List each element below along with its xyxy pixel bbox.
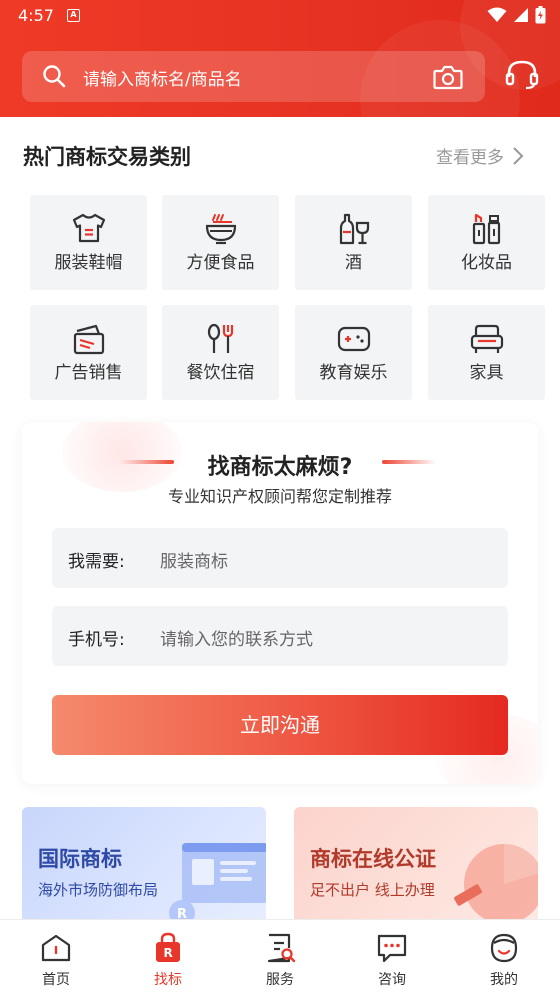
category-wine[interactable]: 酒 <box>295 195 412 290</box>
category-education[interactable]: 教育娱乐 <box>295 305 412 400</box>
svg-text:R: R <box>164 946 173 960</box>
form-title: 找商标太麻烦? <box>207 455 353 480</box>
category-advertising[interactable]: 广告销售 <box>30 305 147 400</box>
gamepad-icon <box>337 326 370 352</box>
view-more-label: 查看更多 <box>436 148 504 168</box>
battery-icon <box>535 6 546 24</box>
search-box[interactable]: 请输入商标名/商品名 <box>22 51 485 102</box>
search-input[interactable]: 请输入商标名/商品名 <box>83 65 242 90</box>
need-label: 我需要: <box>68 552 125 572</box>
chevron-right-icon <box>513 146 524 165</box>
title-decoration <box>382 460 436 464</box>
view-more-link[interactable]: 查看更多 <box>436 143 524 168</box>
promo-online-notarization[interactable]: 商标在线公证 足不出户 线上办理 <box>294 807 538 927</box>
wifi-icon <box>487 7 507 22</box>
category-label: 酒 <box>345 253 362 273</box>
cosmetics-icon <box>472 213 500 245</box>
category-label: 教育娱乐 <box>319 363 388 383</box>
nav-item-profile[interactable]: 我的 <box>448 920 560 995</box>
phone-input[interactable]: 请输入您的联系方式 <box>160 625 313 650</box>
promo-international-trademark[interactable]: R 国际商标 海外市场防御布局 <box>22 807 266 927</box>
nav-item-find-trademark[interactable]: R 找标 <box>112 920 224 995</box>
noodle-bowl-icon <box>205 214 236 245</box>
category-instant-food[interactable]: 方便食品 <box>162 195 279 290</box>
status-bar: 4:57 A <box>0 0 560 32</box>
category-label: 家具 <box>469 363 504 383</box>
nav-item-consult[interactable]: 咨询 <box>336 920 448 995</box>
shopping-bag-icon: R <box>156 932 180 962</box>
chat-bubble-icon <box>377 934 407 963</box>
phone-field[interactable]: 手机号: 请输入您的联系方式 <box>52 606 508 666</box>
ad-card-icon <box>73 324 104 355</box>
category-label: 餐饮住宿 <box>186 363 255 383</box>
wine-icon <box>339 213 369 245</box>
category-label: 方便食品 <box>186 253 255 273</box>
category-furniture[interactable]: 家具 <box>428 305 545 400</box>
nav-label: 我的 <box>490 972 518 988</box>
promo-title: 商标在线公证 <box>310 847 436 871</box>
tshirt-icon <box>72 213 105 243</box>
need-value[interactable]: 服装商标 <box>160 547 228 572</box>
category-label: 广告销售 <box>54 363 123 383</box>
user-face-icon <box>490 933 518 963</box>
sofa-icon <box>470 324 503 353</box>
category-cosmetics[interactable]: 化妆品 <box>428 195 545 290</box>
signal-icon <box>514 8 528 22</box>
browser-illustration: R <box>169 843 266 926</box>
promo-subtitle: 海外市场防御布局 <box>38 881 159 899</box>
category-clothing[interactable]: 服装鞋帽 <box>30 195 147 290</box>
nav-label: 服务 <box>266 972 294 988</box>
pie-illustration <box>454 844 538 922</box>
status-time: 4:57 <box>18 6 54 25</box>
bottom-nav: 首页 R 找标 服务 咨询 我的 <box>0 919 560 995</box>
form-subtitle: 专业知识产权顾问帮您定制推荐 <box>167 487 392 506</box>
headset-icon[interactable] <box>505 59 539 91</box>
nav-label: 咨询 <box>378 972 406 988</box>
nav-label: 找标 <box>154 972 182 988</box>
category-label: 化妆品 <box>461 253 512 273</box>
document-search-icon <box>267 933 296 963</box>
header: 4:57 A 请输入商标名/商品名 <box>0 0 560 117</box>
home-icon <box>41 934 71 962</box>
camera-icon[interactable] <box>433 64 463 90</box>
contact-now-button[interactable]: 立即沟通 <box>52 695 508 755</box>
nav-item-home[interactable]: 首页 <box>0 920 112 995</box>
nav-label: 首页 <box>42 972 70 988</box>
category-label: 服装鞋帽 <box>54 253 123 273</box>
phone-label: 手机号: <box>68 630 125 650</box>
category-catering[interactable]: 餐饮住宿 <box>162 305 279 400</box>
promo-title: 国际商标 <box>38 847 122 871</box>
need-field[interactable]: 我需要: 服装商标 <box>52 528 508 588</box>
promo-subtitle: 足不出户 线上办理 <box>310 881 435 899</box>
section-title: 热门商标交易类别 <box>23 145 191 169</box>
recommend-form-card: 找商标太麻烦? 专业知识产权顾问帮您定制推荐 我需要: 服装商标 手机号: 请输… <box>22 422 538 784</box>
search-icon <box>43 65 66 88</box>
notification-badge: A <box>67 9 80 22</box>
status-icons <box>487 6 546 24</box>
nav-item-service[interactable]: 服务 <box>224 920 336 995</box>
spoon-fork-icon <box>207 323 233 353</box>
